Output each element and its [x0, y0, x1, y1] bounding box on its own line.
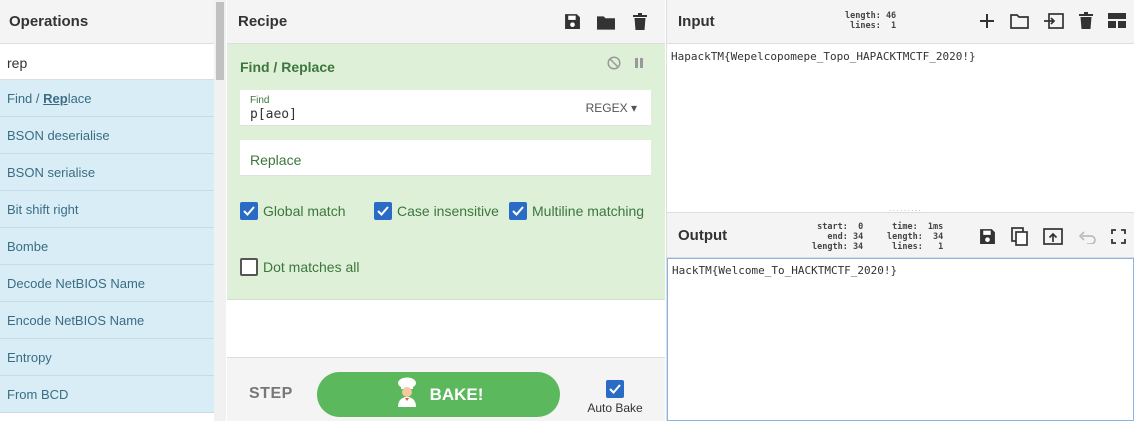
operation-item-text: Bombe: [7, 239, 49, 254]
output-text[interactable]: HackTM{Welcome_To_HACKTMCTF_2020!}: [672, 264, 897, 277]
save-output-icon[interactable]: [979, 228, 996, 249]
checkbox-checked-icon[interactable]: [606, 380, 624, 398]
operation-list-item[interactable]: Find / Replace: [0, 80, 214, 117]
add-tab-icon[interactable]: [979, 13, 995, 33]
folder-icon[interactable]: [597, 13, 615, 31]
operations-list: Find / Replace BSON deserialise BSON seria…: [0, 80, 214, 413]
checkbox-checked-icon[interactable]: [240, 202, 258, 220]
find-mode-label: REGEX: [585, 101, 628, 115]
operation-list-item[interactable]: BSON serialise: [0, 154, 214, 191]
bake-button[interactable]: BAKE!: [317, 372, 560, 417]
bake-label: BAKE!: [429, 384, 484, 404]
operation-item-text: BSON deserialise: [7, 128, 110, 143]
case-insensitive-checkbox[interactable]: Case insensitive: [374, 202, 499, 220]
checkbox-unchecked-icon[interactable]: [240, 258, 258, 276]
input-stats: length: 46 lines: 1: [845, 11, 897, 31]
operation-list-item[interactable]: Decode NetBIOS Name: [0, 265, 214, 302]
output-title: Output: [678, 226, 728, 244]
input-panel: Input length: 46 lines: 1 HapackTM{Wepel…: [666, 0, 1134, 215]
operations-scrollbar[interactable]: [214, 0, 226, 421]
operation-item-highlight: Rep: [43, 91, 68, 106]
operation-item-text: From BCD: [7, 387, 69, 402]
replace-input[interactable]: Replace: [250, 152, 301, 168]
operation-item-text: Encode NetBIOS Name: [7, 313, 145, 328]
clear-input-icon[interactable]: [1079, 12, 1093, 33]
dot-matches-all-checkbox[interactable]: Dot matches all: [240, 258, 359, 276]
bake-bar: STEP BAKE! Auto Bake: [227, 357, 665, 421]
auto-bake-checkbox[interactable]: Auto Bake: [583, 380, 647, 415]
input-textarea[interactable]: HapackTM{Wepelcopomepe_Topo_HAPACKTMCTF_…: [671, 50, 976, 63]
output-panel: Output start: 0 end: 34 length: 34 time:…: [666, 212, 1134, 421]
operation-list-item[interactable]: Entropy: [0, 339, 214, 376]
copy-output-icon[interactable]: [1011, 227, 1028, 250]
multiline-matching-checkbox[interactable]: Multiline matching: [509, 202, 644, 220]
recipe-header-icons: [563, 13, 649, 31]
multiline-matching-label: Multiline matching: [532, 203, 645, 219]
checkbox-checked-icon[interactable]: [509, 202, 527, 220]
operation-list-item[interactable]: From BCD: [0, 376, 214, 413]
operation-item-text: BSON serialise: [7, 165, 96, 180]
operations-title: Operations: [0, 0, 214, 44]
operation-list-item[interactable]: Bombe: [0, 228, 214, 265]
pause-icon[interactable]: [633, 56, 645, 75]
case-insensitive-label: Case insensitive: [397, 203, 499, 219]
operation-list-item[interactable]: BSON deserialise: [0, 117, 214, 154]
operation-item-text: Decode NetBIOS Name: [7, 276, 146, 291]
caret-down-icon: ▾: [630, 101, 637, 115]
operation-item-text: Entropy: [7, 350, 52, 365]
trash-icon[interactable]: [631, 13, 649, 31]
input-header: Input length: 46 lines: 1: [667, 0, 1134, 44]
operation-title: Find / Replace: [240, 59, 335, 75]
find-field[interactable]: Find p[aeo] REGEX ▾: [240, 90, 651, 126]
output-stats-time: time: 1ms length: 34 lines: 1: [887, 222, 944, 252]
operation-controls: [607, 56, 645, 75]
find-label: Find: [250, 95, 270, 106]
global-match-label: Global match: [263, 203, 346, 219]
auto-bake-label: Auto Bake: [587, 401, 643, 415]
operations-scrollbar-thumb[interactable]: [216, 2, 224, 80]
dot-matches-all-label: Dot matches all: [263, 259, 360, 275]
replace-input-with-output-icon[interactable]: [1043, 228, 1063, 249]
replace-field[interactable]: Replace: [240, 140, 651, 176]
operation-item-text: lace: [67, 91, 92, 106]
input-title: Input: [678, 13, 715, 30]
checkbox-checked-icon[interactable]: [374, 202, 392, 220]
undo-icon[interactable]: [1078, 230, 1096, 248]
chef-icon: [394, 377, 420, 412]
find-replace-operation: Find / Replace Find p[aeo] REGEX ▾ Repla…: [227, 44, 665, 300]
input-icons: [979, 12, 1126, 33]
disable-icon[interactable]: [607, 56, 621, 75]
cyberchef-app: Operations rep Find / Replace BSON deseri…: [0, 0, 1134, 421]
operation-item-text: Bit shift right: [7, 202, 79, 217]
operation-list-item[interactable]: Encode NetBIOS Name: [0, 302, 214, 339]
step-button[interactable]: STEP: [249, 385, 293, 403]
output-textarea[interactable]: HackTM{Welcome_To_HACKTMCTF_2020!}: [667, 258, 1134, 421]
operation-item-text: Find /: [7, 91, 44, 106]
find-input[interactable]: p[aeo]: [250, 107, 297, 122]
open-folder-icon[interactable]: [1010, 13, 1029, 33]
output-stats-selection: start: 0 end: 34 length: 34: [812, 222, 864, 252]
output-icons: [979, 227, 1126, 250]
operation-list-item[interactable]: Bit shift right: [0, 191, 214, 228]
maximise-output-icon[interactable]: [1111, 229, 1126, 248]
recipe-panel: Recipe Find / Replace Find p[aeo] REGEX …: [227, 0, 665, 421]
recipe-title: Recipe: [238, 13, 288, 30]
find-mode-dropdown[interactable]: REGEX ▾: [586, 101, 637, 115]
output-header: Output start: 0 end: 34 length: 34 time:…: [667, 212, 1134, 258]
recipe-header: Recipe: [227, 0, 665, 44]
global-match-checkbox[interactable]: Global match: [240, 202, 345, 220]
operations-panel: Operations rep Find / Replace BSON deseri…: [0, 0, 226, 421]
save-icon[interactable]: [563, 13, 581, 31]
open-file-icon[interactable]: [1044, 12, 1064, 33]
reset-layout-icon[interactable]: [1108, 13, 1126, 32]
operations-search-input[interactable]: rep: [0, 44, 214, 80]
